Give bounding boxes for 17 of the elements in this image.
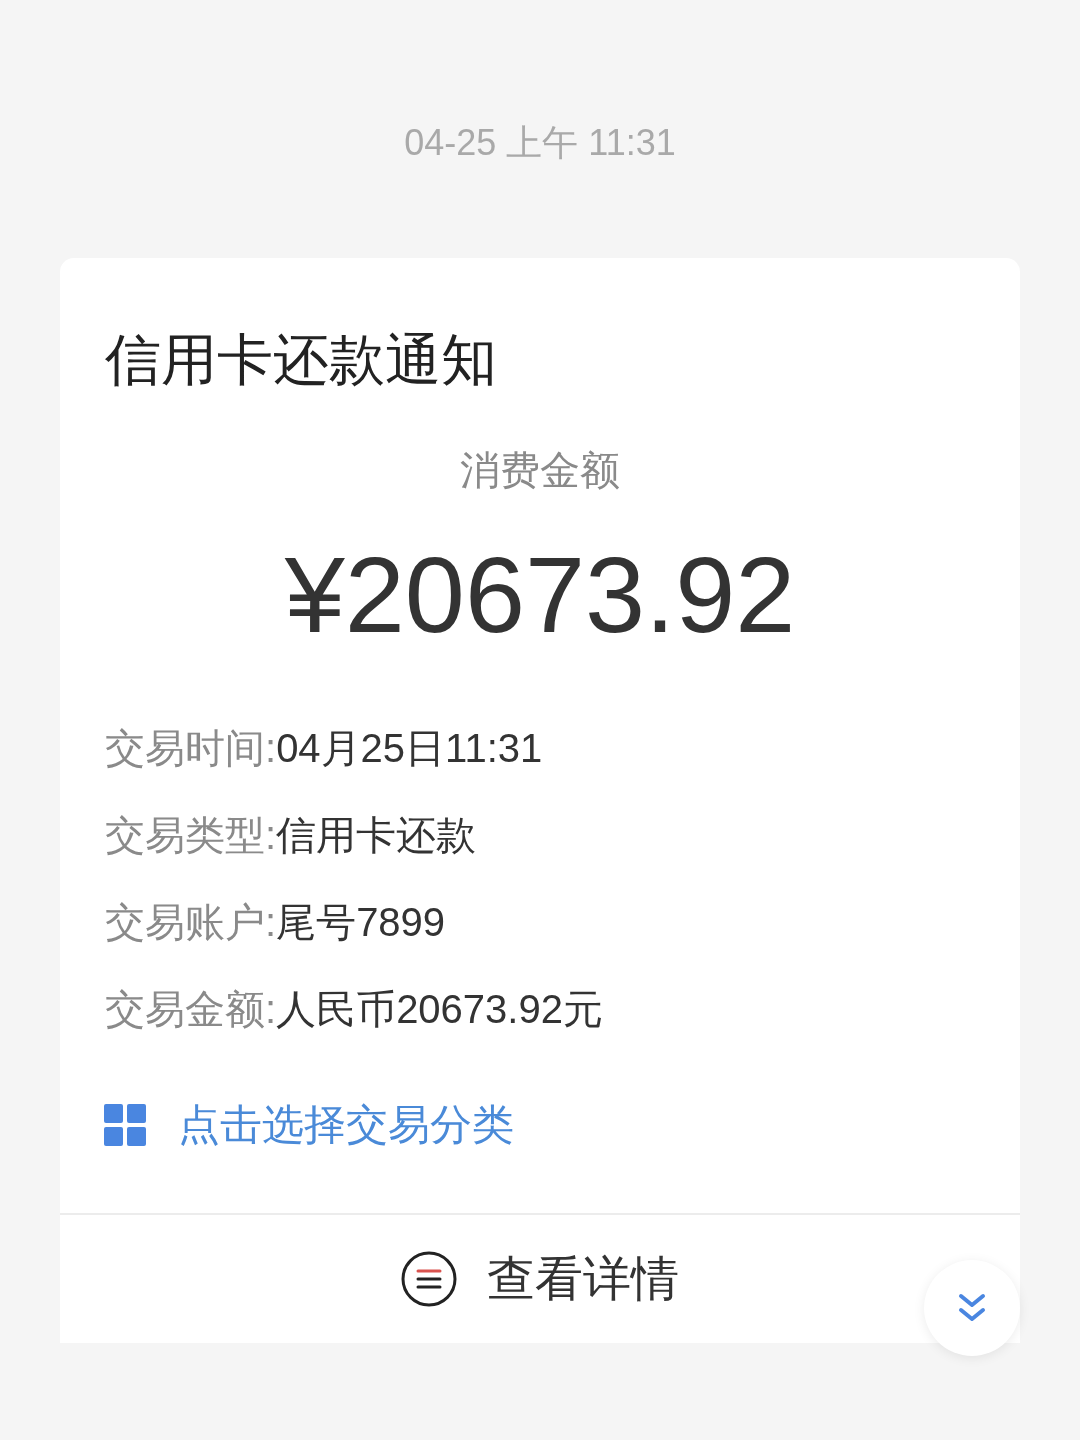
amount-value: ¥20673.92 — [284, 533, 796, 657]
double-chevron-down-icon — [958, 1293, 986, 1323]
detail-value: 人民币20673.92元 — [276, 985, 603, 1033]
list-circle-icon — [401, 1251, 457, 1307]
detail-label: 交易时间: — [105, 724, 277, 772]
detail-label: 交易金额: — [105, 985, 277, 1033]
grid-icon — [104, 1104, 146, 1146]
details-button[interactable]: 查看详情 — [60, 1215, 1020, 1343]
detail-value: 尾号7899 — [276, 898, 446, 946]
timestamp: 04-25 上午 11:31 — [404, 121, 676, 165]
detail-value: 信用卡还款 — [276, 811, 477, 859]
amount-label: 消费金额 — [460, 447, 620, 494]
detail-label: 交易类型: — [105, 811, 277, 859]
detail-label: 交易账户: — [105, 898, 277, 946]
detail-value: 04月25日11:31 — [276, 724, 543, 772]
card-title: 信用卡还款通知 — [105, 327, 498, 393]
category-link[interactable]: 点击选择交易分类 — [104, 1095, 514, 1155]
